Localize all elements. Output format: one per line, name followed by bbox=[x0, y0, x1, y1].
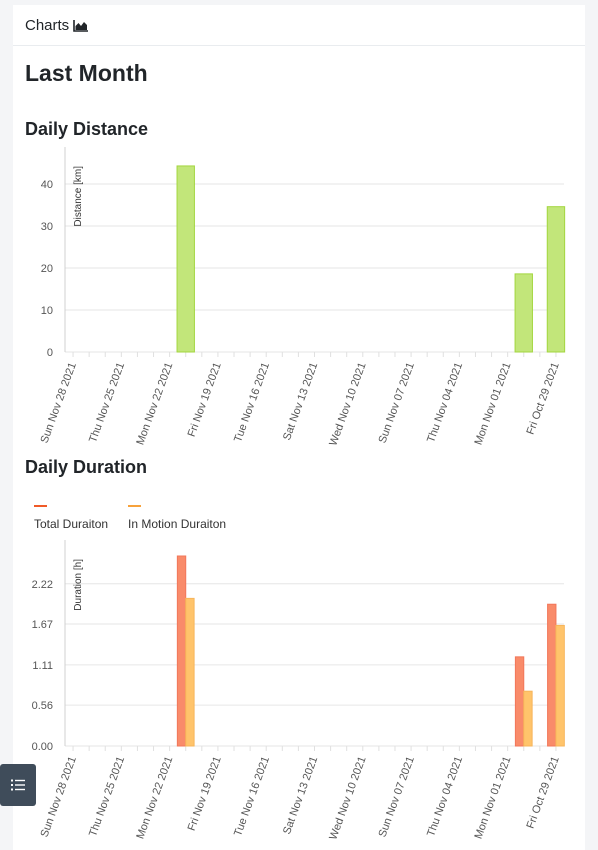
y-tick-label: 1.67 bbox=[32, 619, 53, 631]
x-tick-label: Tue Nov 16 2021 bbox=[232, 361, 272, 444]
list-icon bbox=[11, 779, 25, 791]
legend-label-in-motion: In Motion Duraiton bbox=[128, 517, 227, 531]
legend-item-total[interactable]: Total Duraiton bbox=[34, 505, 108, 531]
x-tick-label: Sun Nov 28 2021 bbox=[39, 755, 79, 839]
x-tick-label: Sun Nov 28 2021 bbox=[39, 361, 79, 445]
duration-chart-title: Daily Duration bbox=[25, 457, 148, 477]
x-tick-label: Thu Nov 04 2021 bbox=[425, 755, 465, 838]
x-tick-label: Sun Nov 07 2021 bbox=[377, 361, 417, 445]
x-tick-label: Fri Nov 19 2021 bbox=[186, 755, 224, 833]
y-tick-label: 0.00 bbox=[32, 741, 53, 753]
x-tick-label: Mon Nov 22 2021 bbox=[134, 361, 175, 447]
x-tick-label: Thu Nov 04 2021 bbox=[425, 361, 465, 444]
bar-in-motion[interactable] bbox=[523, 690, 533, 747]
x-tick-label: Wed Nov 10 2021 bbox=[327, 361, 368, 448]
charts-card: Charts Last Month Daily Distance 0 10 20 30… bbox=[13, 5, 585, 850]
legend-swatch-in-motion bbox=[128, 505, 142, 507]
x-tick-label: Sun Nov 07 2021 bbox=[377, 755, 417, 839]
x-tick-label: Fri Nov 19 2021 bbox=[186, 361, 224, 439]
bar-in-motion[interactable] bbox=[555, 624, 565, 747]
x-tick-label: Thu Nov 25 2021 bbox=[87, 361, 127, 444]
x-tick-label: Thu Nov 25 2021 bbox=[87, 755, 127, 838]
x-tick-label: Mon Nov 22 2021 bbox=[134, 755, 175, 841]
y-tick-label: 1.11 bbox=[32, 660, 53, 672]
bar-total[interactable] bbox=[547, 603, 557, 747]
x-tick-label: Mon Nov 01 2021 bbox=[473, 755, 514, 841]
legend-swatch-total bbox=[34, 505, 47, 507]
x-tick-label: Fri Oct 29 2021 bbox=[525, 361, 562, 436]
bar-total[interactable] bbox=[514, 656, 525, 747]
menu-button[interactable] bbox=[0, 764, 36, 806]
legend-label-total: Total Duraiton bbox=[34, 517, 109, 531]
y-tick-label: 2.22 bbox=[32, 579, 53, 591]
duration-legend: Total Duraiton In Motion Duraiton bbox=[34, 505, 246, 531]
bar-total[interactable] bbox=[176, 555, 187, 747]
y-axis-title: Duration [h] bbox=[73, 559, 84, 611]
x-tick-label: Wed Nov 10 2021 bbox=[327, 755, 368, 842]
x-tick-label: Mon Nov 01 2021 bbox=[473, 361, 514, 447]
x-tick-label: Tue Nov 16 2021 bbox=[232, 755, 272, 838]
daily-duration-chart: 0.00 0.56 1.11 1.67 2.22 Duration [h] Sun Nov … bbox=[32, 540, 565, 842]
x-tick-label: Fri Oct 29 2021 bbox=[525, 755, 562, 830]
y-tick-label: 0.56 bbox=[32, 700, 53, 712]
y-tick-label: 0 bbox=[47, 347, 53, 359]
legend-item-in-motion[interactable]: In Motion Duraiton bbox=[128, 505, 226, 531]
x-tick-label: Sat Nov 13 2021 bbox=[281, 361, 320, 442]
bar-in-motion[interactable] bbox=[185, 597, 195, 747]
x-tick-label: Sat Nov 13 2021 bbox=[281, 755, 320, 836]
